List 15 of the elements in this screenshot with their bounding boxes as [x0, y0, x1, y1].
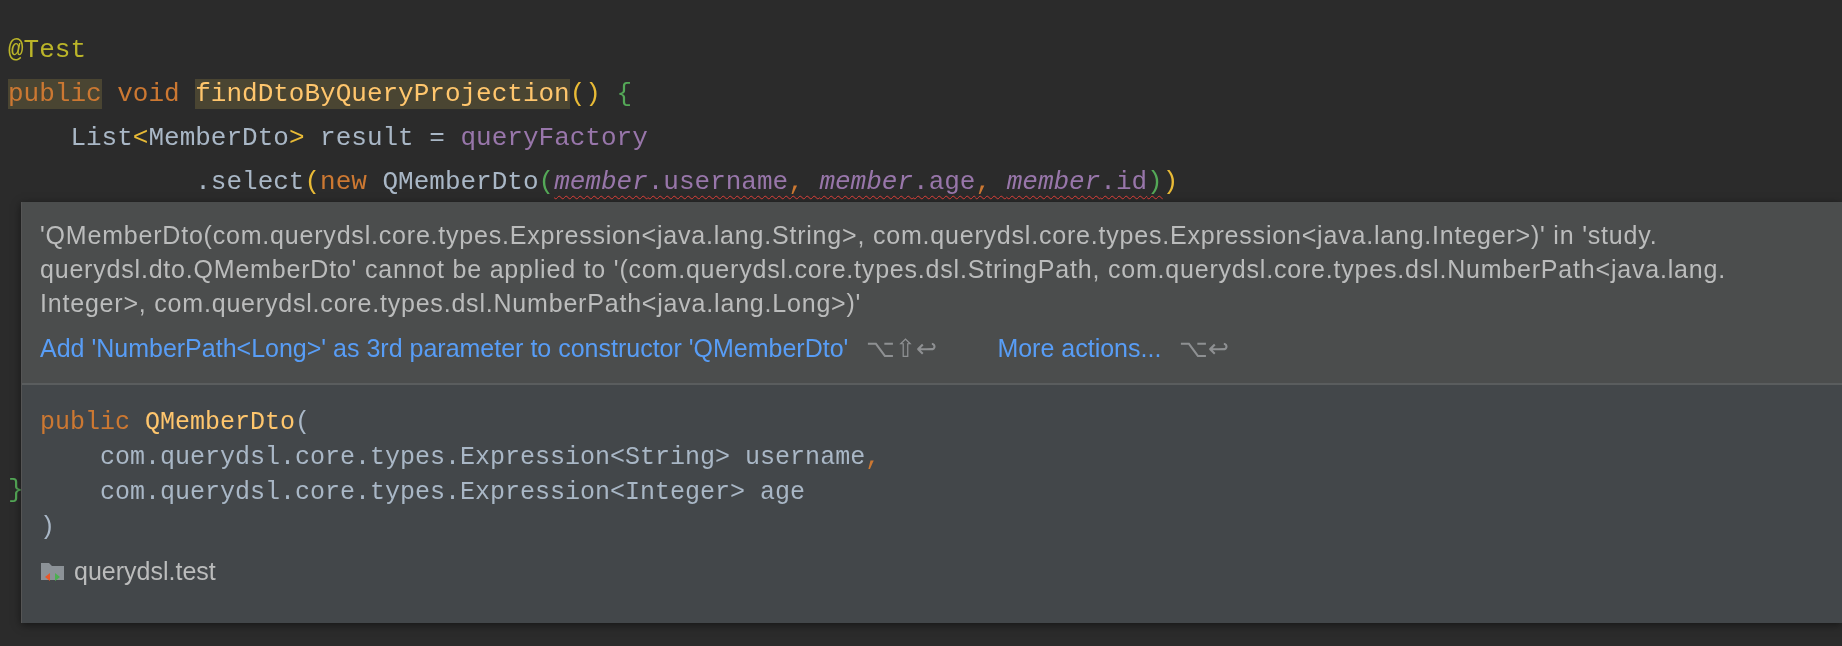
- code-line: public void findDtoByQueryProjection() {: [8, 78, 633, 111]
- error-message: 'QMemberDto(com.querydsl.core.types.Expression<java.lang.String>, com.querydsl.core.types.Expression<java.lang.Integer>)' in 'study. querydsl.dto.QMemberDto' cannot be applied to '(com.querydsl.core.types.dsl.StringPath, com.querydsl.core.types.dsl.NumberPath<java.lang. Integer>, com.querydsl.core.types.dsl.NumberPath<java.lang.Long>)': [40, 220, 1726, 319]
- shortcut-hint: ⌥⇧↩: [866, 334, 938, 363]
- code-line: List<MemberDto> result = queryFactory: [69, 122, 648, 155]
- declaration-line: com.querydsl.core.types.Expression<String> username,: [99, 442, 881, 474]
- declaration-line: ): [40, 512, 55, 544]
- code-line: @Test: [8, 34, 86, 67]
- module-name: querydsl.test: [74, 557, 216, 586]
- quick-fix-link[interactable]: More actions...: [997, 334, 1162, 363]
- code-line: .select(new QMemberDto(member.username, member.age, member.id)): [194, 166, 1179, 199]
- shortcut-hint: ⌥↩: [1179, 334, 1230, 363]
- quick-fix-link[interactable]: Add 'NumberPath<Long>' as 3rd parameter to constructor 'QMemberDto': [40, 334, 849, 363]
- code-line: }: [8, 474, 24, 507]
- declaration-line: com.querydsl.core.types.Expression<Integer> age: [99, 477, 806, 509]
- declaration-line: public QMemberDto(: [40, 407, 311, 439]
